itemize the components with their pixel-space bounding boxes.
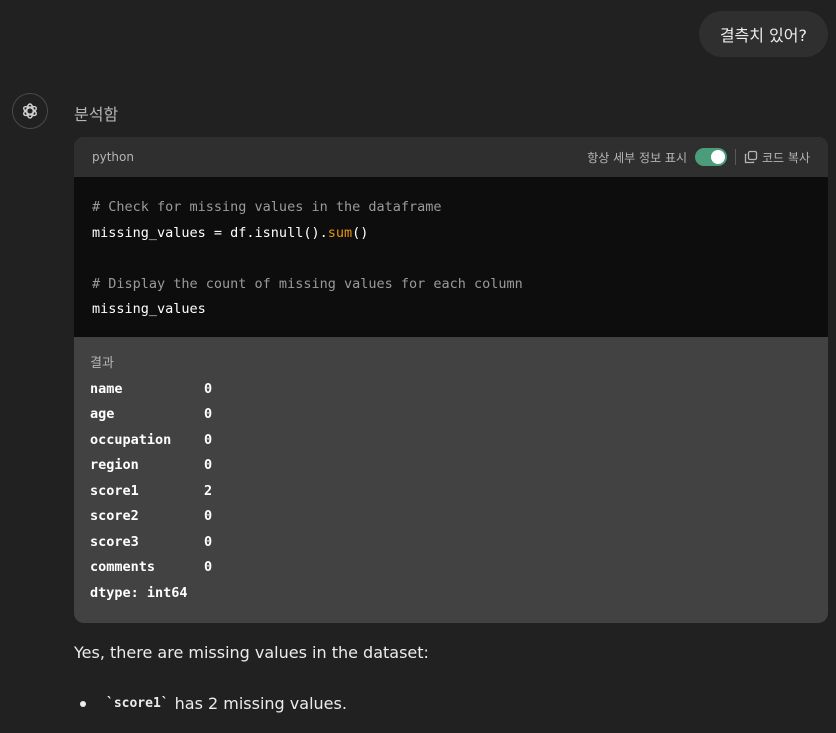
result-key: age — [90, 406, 115, 422]
result-key: score3 — [90, 533, 139, 550]
result-key: score1 — [90, 482, 139, 499]
code-line-2-function: sum — [327, 224, 353, 241]
result-row: region 0 — [90, 453, 812, 479]
assistant-avatar — [12, 93, 48, 129]
code-header: python 항상 세부 정보 표시 코드 복사 — [74, 137, 828, 177]
result-value: 0 — [204, 508, 213, 524]
result-key: name — [90, 380, 123, 397]
code-line-2-suffix: () — [352, 224, 369, 241]
code-line-4: missing_values — [92, 301, 206, 317]
result-key: region — [90, 457, 139, 473]
result-value: 0 — [204, 406, 213, 422]
copy-code-button[interactable]: 코드 복사 — [744, 149, 810, 166]
answer-text: Yes, there are missing values in the dat… — [74, 643, 429, 662]
analysis-status[interactable]: 분석함 — [74, 101, 118, 125]
toggle-knob — [711, 150, 726, 164]
result-row: score1 2 — [90, 479, 812, 505]
result-value: 2 — [204, 482, 213, 499]
copy-code-label: 코드 복사 — [762, 150, 810, 165]
result-output: 결과 name 0 age 0 occupation 0 region 0 score1… — [74, 337, 828, 606]
user-message-text: 결측치 있어? — [719, 26, 807, 45]
result-row: score3 0 — [90, 530, 812, 556]
result-key: occupation — [90, 431, 172, 448]
code-line-2-prefix: missing_values = df.isnull(). — [92, 224, 328, 241]
result-row: age 0 — [90, 402, 812, 428]
bullet-inline-code: `score1` — [106, 696, 169, 711]
bullet-dot — [80, 700, 86, 707]
code-line-comment-1: # Check for missing values in the datafr… — [92, 199, 442, 215]
toggle-label: 항상 세부 정보 표시 — [587, 150, 688, 165]
code-content: # Check for missing values in the datafr… — [74, 177, 828, 337]
code-header-actions: 항상 세부 정보 표시 코드 복사 — [587, 148, 810, 166]
header-divider — [735, 149, 737, 165]
chat-page: 결측치 있어? 분석함 python 항상 세부 정보 표시 코드 복사 # C… — [0, 0, 836, 733]
user-message-bubble: 결측치 있어? — [698, 11, 828, 57]
bullet-item: `score1` has 2 missing values. — [80, 694, 347, 713]
result-value: 0 — [204, 457, 213, 473]
code-block: python 항상 세부 정보 표시 코드 복사 # Check for mis… — [74, 137, 828, 623]
result-value: 0 — [204, 380, 213, 397]
result-key: score2 — [90, 508, 139, 524]
code-line-comment-2: # Display the count of missing values fo… — [92, 275, 523, 292]
code-language-label: python — [92, 150, 134, 164]
result-row: comments 0 — [90, 555, 812, 581]
show-details-toggle[interactable] — [695, 148, 728, 166]
result-row: score2 0 — [90, 504, 812, 530]
copy-icon — [744, 150, 758, 164]
result-row: occupation 0 — [90, 428, 812, 454]
result-value: 0 — [204, 533, 213, 550]
result-dtype: dtype: int64 — [90, 584, 188, 601]
result-key: comments — [90, 559, 156, 575]
result-value: 0 — [204, 559, 213, 575]
result-row: name 0 — [90, 377, 812, 403]
result-label: 결과 — [90, 356, 114, 371]
result-value: 0 — [204, 431, 213, 448]
bullet-text: has 2 missing values. — [174, 694, 347, 713]
openai-logo-icon — [23, 103, 37, 119]
